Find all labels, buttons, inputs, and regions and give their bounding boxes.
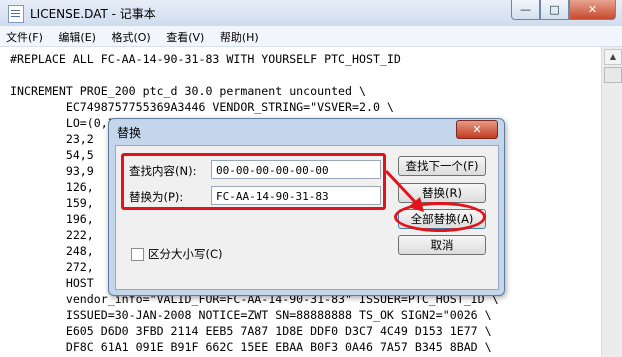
window-controls: — □ ✕ [511, 0, 616, 20]
vertical-scrollbar[interactable]: ▲ [601, 47, 622, 357]
menu-view[interactable]: 查看(V) [160, 26, 210, 46]
minimize-button[interactable]: — [511, 0, 540, 20]
text-line: EC7498757755369A3446 VENDOR_STRING="VSVE… [10, 100, 394, 114]
menu-edit[interactable]: 编辑(E) [52, 26, 102, 46]
menu-bar: 文件(F) 编辑(E) 格式(O) 查看(V) 帮助(H) [0, 26, 622, 47]
text-line: ISSUED=30-JAN-2008 NOTICE=ZWT SN=8888888… [10, 308, 492, 322]
text-line: DF8C 61A1 091E B91F 662C 15EE EBAA B0F3 … [10, 340, 492, 354]
scroll-up-icon[interactable]: ▲ [604, 49, 622, 65]
notepad-window: LICENSE.DAT - 记事本 — □ ✕ 文件(F) 编辑(E) 格式(O… [0, 0, 622, 357]
cancel-button[interactable]: 取消 [398, 235, 486, 255]
maximize-button[interactable]: □ [540, 0, 569, 20]
title-bar[interactable]: LICENSE.DAT - 记事本 — □ ✕ [0, 0, 622, 27]
text-line: HOST [10, 276, 94, 290]
match-case-label: 区分大小写(C) [148, 247, 223, 261]
match-case-checkbox[interactable] [131, 248, 144, 261]
scroll-thumb[interactable] [604, 67, 622, 83]
dialog-close-button[interactable]: ✕ [456, 120, 498, 139]
menu-file[interactable]: 文件(F) [0, 26, 49, 46]
text-line: E605 D6D0 3FBD 2114 EEB5 7A87 1D8E DDF0 … [10, 324, 492, 338]
highlight-box [121, 153, 386, 210]
annotation-arrow-icon [384, 169, 424, 212]
notepad-icon [8, 5, 24, 23]
menu-format[interactable]: 格式(O) [105, 26, 156, 46]
window-title: LICENSE.DAT - 记事本 [30, 7, 156, 21]
text-line: INCREMENT PROE_200 ptc_d 30.0 permanent … [10, 84, 366, 98]
text-line: 272, [10, 260, 94, 274]
close-button[interactable]: ✕ [569, 0, 616, 20]
text-line: #REPLACE ALL FC-AA-14-90-31-83 WITH YOUR… [10, 52, 401, 66]
menu-help[interactable]: 帮助(H) [214, 26, 265, 46]
dialog-title: 替换 [117, 126, 142, 140]
